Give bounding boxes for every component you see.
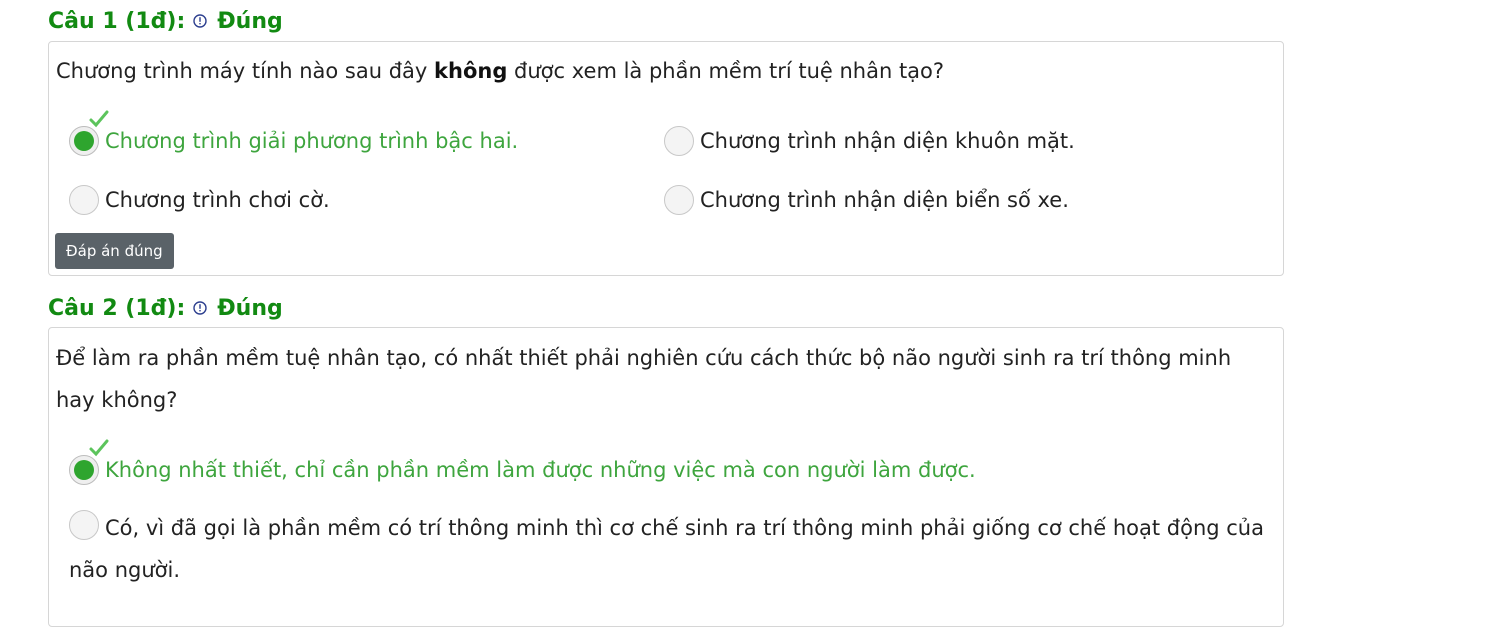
question-2-option-a[interactable]: Không nhất thiết, chỉ cần phần mềm làm đ… [69,439,976,488]
radio-button[interactable] [69,510,99,540]
question-2-option-b[interactable]: Có, vì đã gọi là phần mềm có trí thông m… [69,507,1269,591]
radio-selected[interactable] [69,439,109,485]
question-1-status: Đúng [217,8,283,34]
checkmark-icon [89,110,109,128]
question-1-option-d[interactable]: Chương trình nhận diện biển số xe. [664,182,1069,218]
question-2-status: Đúng [217,295,283,321]
question-1-text-emphasis: không [434,59,508,83]
checkmark-icon [89,439,109,457]
show-answer-button[interactable]: Đáp án đúng [55,233,174,269]
option-label: Không nhất thiết, chỉ cần phần mềm làm đ… [105,458,976,482]
exclamation-circle-icon [193,14,207,28]
question-1-text: Chương trình máy tính nào sau đây không … [56,50,1263,92]
question-1-header: Câu 1 (1đ): Đúng [48,6,283,36]
question-2-header: Câu 2 (1đ): Đúng [48,293,283,323]
question-2-number: Câu 2 (1đ): [48,295,186,321]
question-1-text-part: được xem là phần mềm trí tuệ nhân tạo? [507,59,945,83]
question-1-option-a[interactable]: Chương trình giải phương trình bậc hai. [69,110,519,159]
radio-selected[interactable] [69,110,109,156]
option-label: Có, vì đã gọi là phần mềm có trí thông m… [69,516,1264,582]
exclamation-circle-icon [193,301,207,315]
radio-button[interactable] [664,126,694,156]
question-2-card: Để làm ra phần mềm tuệ nhân tạo, có nhất… [48,327,1284,627]
question-1-option-b[interactable]: Chương trình nhận diện khuôn mặt. [664,123,1075,159]
option-label: Chương trình giải phương trình bậc hai. [105,129,519,153]
question-1-option-c[interactable]: Chương trình chơi cờ. [69,182,330,218]
option-label: Chương trình nhận diện khuôn mặt. [700,129,1075,153]
question-1-text-part: Chương trình máy tính nào sau đây [56,59,435,83]
question-2-text: Để làm ra phần mềm tuệ nhân tạo, có nhất… [56,346,1232,412]
option-label: Chương trình chơi cờ. [105,188,330,212]
question-1-card: Chương trình máy tính nào sau đây không … [48,41,1284,276]
question-1-number: Câu 1 (1đ): [48,8,186,34]
radio-button[interactable] [69,185,99,215]
option-label: Chương trình nhận diện biển số xe. [700,188,1069,212]
radio-button[interactable] [664,185,694,215]
